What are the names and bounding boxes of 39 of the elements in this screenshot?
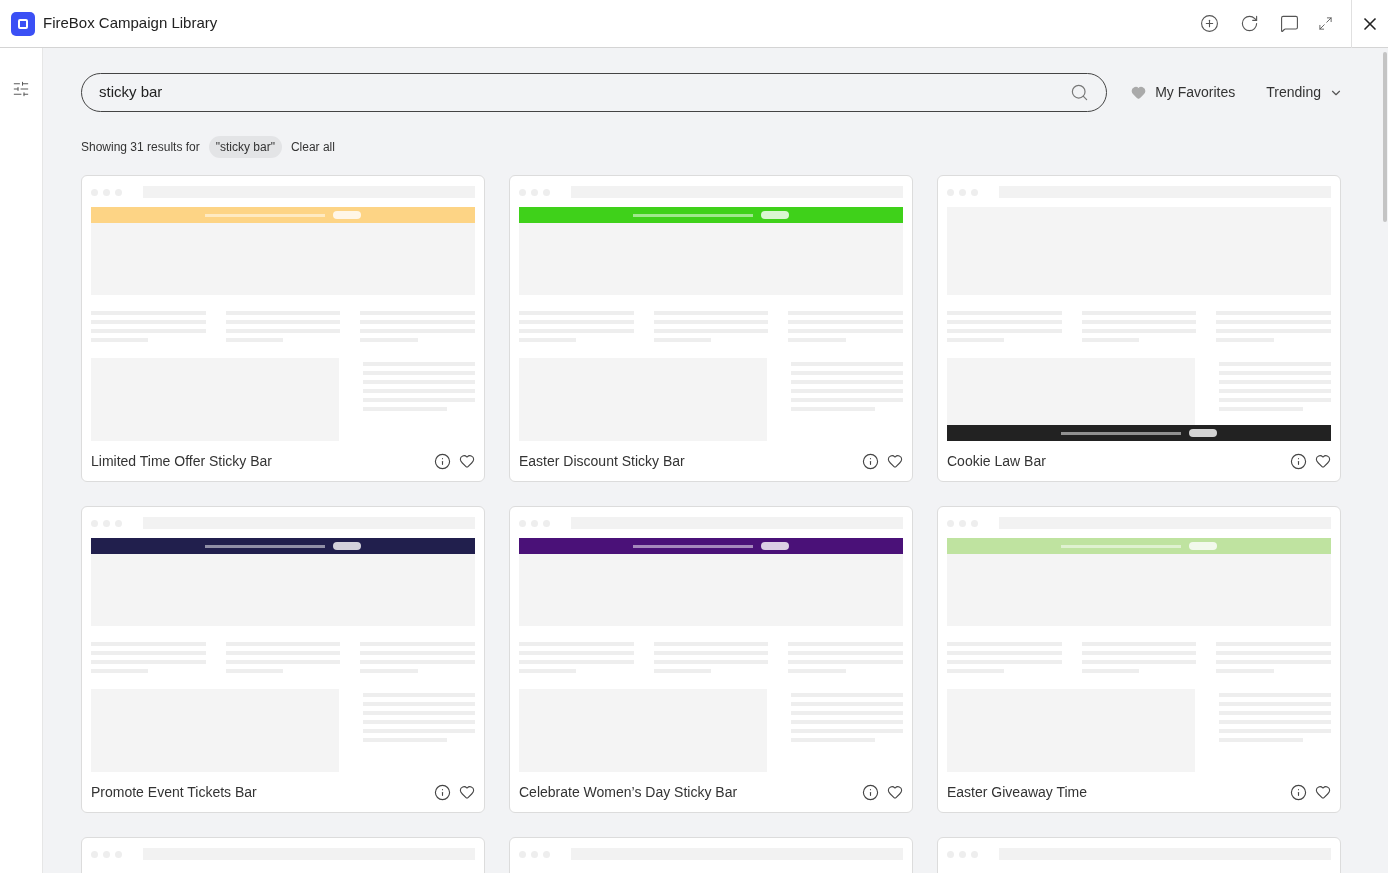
heart-icon[interactable] [1315,453,1331,470]
window-title: FireBox Campaign Library [43,13,218,34]
heart-icon[interactable] [1315,784,1331,801]
template-card[interactable]: Limited Time Offer Sticky Bar [81,175,485,482]
query-chip: "sticky bar" [208,136,282,158]
heart-icon[interactable] [887,453,903,470]
card-title: Limited Time Offer Sticky Bar [91,451,273,471]
heart-icon[interactable] [459,453,475,470]
refresh-icon[interactable] [1240,14,1259,33]
sort-dropdown[interactable]: Trending [1266,82,1343,103]
card-title: Easter Giveaway Time [947,782,1089,802]
clear-all-link[interactable]: Clear all [290,138,335,156]
expand-icon[interactable] [1318,16,1333,31]
add-icon[interactable] [1200,14,1219,33]
info-icon[interactable] [862,452,879,470]
search-icon[interactable] [1070,83,1090,102]
info-icon[interactable] [434,452,451,470]
results-summary: Showing 31 results for [81,139,200,156]
card-title: Celebrate Women’s Day Sticky Bar [519,782,739,802]
template-card[interactable]: Easter Discount Sticky Bar [509,175,913,482]
app-logo-icon [11,11,35,36]
info-icon[interactable] [434,783,451,801]
template-card[interactable]: Cookie Law Bar [937,175,1341,482]
info-icon[interactable] [862,783,879,801]
template-card[interactable]: Promote Event Tickets Bar [81,506,485,813]
card-title: Easter Discount Sticky Bar [519,451,686,471]
card-title: Cookie Law Bar [947,451,1047,471]
template-card[interactable]: Easter Giveaway Time [937,506,1341,813]
favorites-button[interactable]: My Favorites [1131,82,1236,103]
info-icon[interactable] [1290,783,1307,801]
heart-icon[interactable] [459,784,475,801]
card-title: Promote Event Tickets Bar [91,782,258,802]
filter-icon[interactable] [12,80,30,98]
heart-icon [1131,85,1147,100]
heart-icon[interactable] [887,784,903,801]
info-icon[interactable] [1290,452,1307,470]
scrollbar-thumb[interactable] [1383,52,1387,222]
template-card[interactable]: Celebrate Women’s Day Sticky Bar [509,506,913,813]
chat-icon[interactable] [1280,14,1299,33]
